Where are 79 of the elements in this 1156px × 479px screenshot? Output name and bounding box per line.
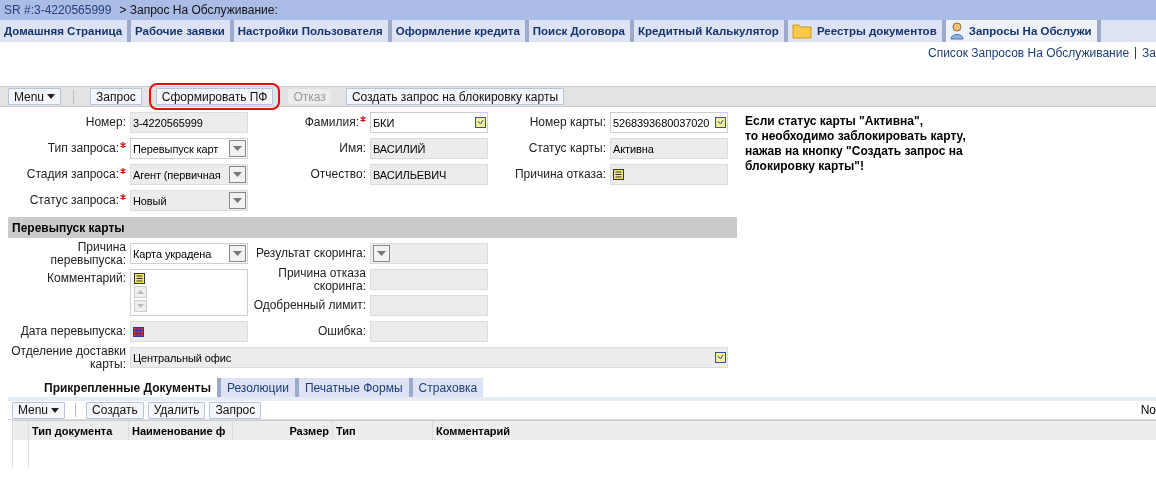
dropdown-button[interactable] xyxy=(229,245,246,262)
input-field[interactable]: 3-4220565999 xyxy=(130,112,248,133)
field-label: Номер: xyxy=(85,116,126,129)
section-header: Перевыпуск карты xyxy=(8,217,737,238)
caret-icon xyxy=(47,94,56,99)
menu-button[interactable]: Menu xyxy=(8,88,62,105)
input-field[interactable] xyxy=(370,269,488,290)
sub-tab[interactable]: Печатные Формы xyxy=(294,378,409,397)
input-field[interactable] xyxy=(370,295,488,316)
toolbar-button[interactable]: Запрос xyxy=(90,88,142,105)
field-label: Ошибка: xyxy=(317,325,366,338)
folder-icon xyxy=(791,23,812,39)
date-field[interactable] xyxy=(130,321,248,342)
menu-button[interactable]: Menu xyxy=(12,401,66,419)
column-header[interactable]: Размер xyxy=(233,421,333,440)
required-asterisk-icon xyxy=(120,168,126,174)
column-header[interactable]: Наименование ф xyxy=(129,421,233,440)
field-label: Отделение доставки карты: xyxy=(10,344,126,371)
dropdown-button[interactable] xyxy=(229,140,246,157)
picker-icon[interactable] xyxy=(475,117,486,128)
toolbar-button[interactable]: Сформировать ПФ xyxy=(155,88,274,105)
input-field[interactable] xyxy=(610,164,728,185)
dropdown-field[interactable]: Карта украдена xyxy=(130,243,248,264)
field-label: Номер карты: xyxy=(529,116,606,129)
toolbar-button[interactable]: Создать запрос на блокировку карты xyxy=(345,88,565,105)
dropdown-field[interactable] xyxy=(370,243,488,264)
nav-tab[interactable]: Запросы На Обслужи xyxy=(945,20,1101,42)
nav-link[interactable]: Список Запросов На Обслуживание xyxy=(928,46,1130,60)
record-number: SR #:3-4220565999 xyxy=(4,3,112,17)
toolbar-button[interactable]: Создать xyxy=(86,401,144,419)
text-editor-icon[interactable] xyxy=(613,169,624,180)
field-label: Фамилия: xyxy=(304,116,359,129)
dropdown-field[interactable]: Новый xyxy=(130,190,248,211)
field-label: Статус запроса: xyxy=(29,194,119,207)
field-label: Статус карты: xyxy=(528,142,606,155)
input-field[interactable]: БКИ xyxy=(370,112,488,133)
caret-icon xyxy=(51,407,60,413)
dropdown-button[interactable] xyxy=(373,245,390,262)
field-label: Имя: xyxy=(339,142,366,155)
column-header[interactable]: Комментарий xyxy=(433,421,1156,440)
required-asterisk-icon xyxy=(120,142,126,148)
field-label: Стадия запроса: xyxy=(26,168,119,181)
dropdown-button[interactable] xyxy=(229,166,246,183)
field-label: Одобренный лимит: xyxy=(253,299,366,312)
input-field[interactable]: ВАСИЛЬЕВИЧ xyxy=(370,164,488,185)
input-field[interactable]: Центральный офис xyxy=(130,347,728,368)
toolbar-button[interactable]: Удалить xyxy=(147,401,206,419)
field-label: Тип запроса: xyxy=(47,142,119,155)
field-label: Комментарий: xyxy=(47,272,126,285)
calendar-icon[interactable] xyxy=(133,326,144,337)
dropdown-field[interactable]: Перевыпуск карт xyxy=(130,138,248,159)
sub-tab[interactable]: Резолюции xyxy=(216,378,295,397)
dropdown-button[interactable] xyxy=(229,192,246,209)
field-label: Дата перевыпуска: xyxy=(20,325,126,338)
sub-tab[interactable]: Страховка xyxy=(408,378,484,397)
picker-icon[interactable] xyxy=(715,117,726,128)
breadcrumb-title: > Запрос На Обслуживание: xyxy=(119,3,278,17)
field-label: Причина отказа: xyxy=(514,168,606,181)
field-label: Результат скоринга: xyxy=(255,247,366,260)
field-label: Причина перевыпуска: xyxy=(49,240,126,267)
required-asterisk-icon xyxy=(360,116,366,122)
column-header[interactable]: Тип документа xyxy=(29,421,129,440)
input-field[interactable]: ВАСИЛИЙ xyxy=(370,138,488,159)
input-field[interactable]: Активна xyxy=(610,138,728,159)
picker-icon[interactable] xyxy=(715,352,726,363)
nav-link[interactable]: За xyxy=(1142,46,1156,60)
column-header[interactable]: Тип xyxy=(333,421,433,440)
field-label: Отчество: xyxy=(310,168,366,181)
input-field[interactable] xyxy=(370,321,488,342)
field-label: Причина отказа скоринга: xyxy=(277,266,366,293)
input-field[interactable]: 5268393680037020 xyxy=(610,112,728,133)
toolbar-button[interactable]: Запрос xyxy=(209,401,262,419)
required-asterisk-icon xyxy=(120,194,126,200)
warning-note: Если статус карты "Активна", то необходимо заблокировать карту, нажав на кнопку "Создать запрос на блокировку карты"! xyxy=(744,113,967,175)
comment-field[interactable] xyxy=(130,269,248,316)
person-icon xyxy=(949,22,964,40)
toolbar-text: No xyxy=(1140,403,1156,417)
dropdown-field[interactable]: Агент (первичная xyxy=(130,164,248,185)
text-editor-icon[interactable] xyxy=(134,273,145,284)
